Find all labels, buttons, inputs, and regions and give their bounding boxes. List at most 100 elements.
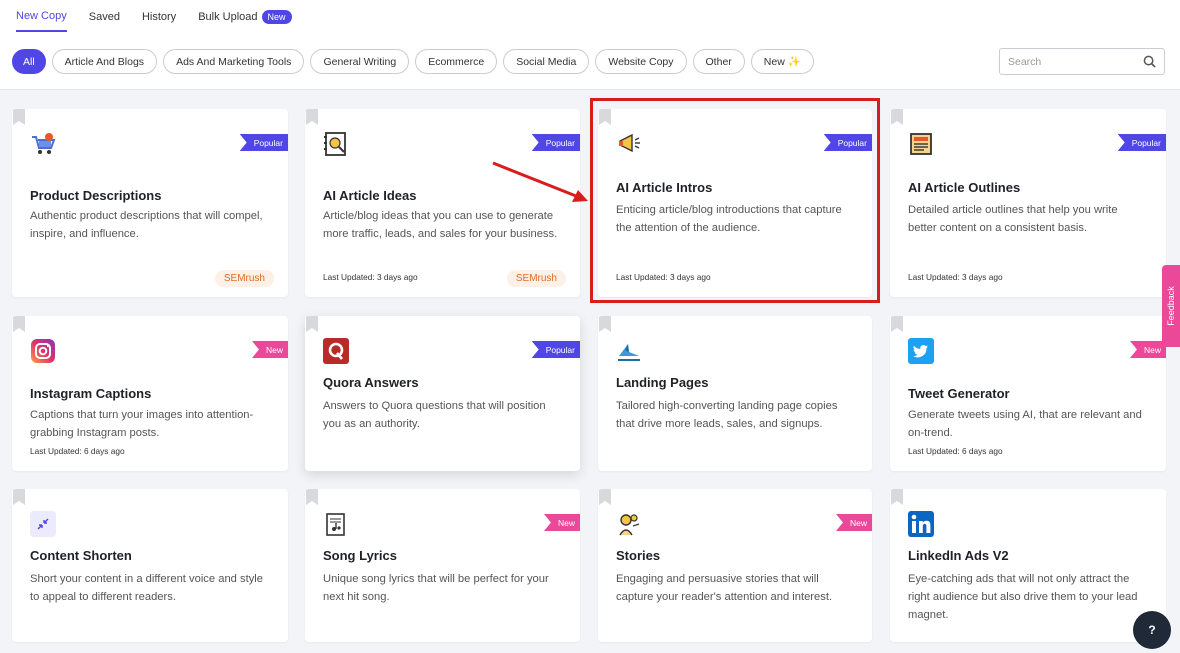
bookmark-icon[interactable] <box>13 109 25 125</box>
card-description: Tailored high-converting landing page co… <box>616 400 838 430</box>
filter-new[interactable]: New ✨ <box>750 49 814 74</box>
card-product-descriptions[interactable]: Popular Product Descriptions Authentic p… <box>12 109 288 297</box>
card-title: LinkedIn Ads V2 <box>908 548 1009 563</box>
tab-bulk-upload-label: Bulk Upload <box>198 11 258 23</box>
instagram-icon <box>30 338 56 364</box>
card-description: Generate tweets using AI, that are relev… <box>908 409 1142 439</box>
card-title: Tweet Generator <box>908 386 1010 401</box>
bookmark-icon[interactable] <box>599 316 611 332</box>
filter-ads-and-marketing-tools[interactable]: Ads And Marketing Tools <box>163 49 305 74</box>
card-content-shorten[interactable]: Content Shorten Short your content in a … <box>12 489 288 642</box>
card-title: AI Article Outlines <box>908 180 1021 195</box>
popular-ribbon: Popular <box>531 134 580 151</box>
search-icon[interactable] <box>1143 55 1156 68</box>
card-title: Instagram Captions <box>30 386 152 401</box>
newspaper-icon <box>908 131 934 157</box>
popular-ribbon: Popular <box>823 134 872 151</box>
card-linkedin-ads-v2[interactable]: LinkedIn Ads V2 Eye-catching ads that wi… <box>890 489 1166 642</box>
card-landing-pages[interactable]: Landing Pages Tailored high-converting l… <box>598 316 872 471</box>
semrush-badge: SEMrush <box>214 270 274 287</box>
popular-ribbon: Popular <box>239 134 288 151</box>
tab-history[interactable]: History <box>142 11 176 31</box>
idea-notebook-icon <box>323 131 349 157</box>
filter-article-and-blogs[interactable]: Article And Blogs <box>51 49 158 74</box>
card-title: Stories <box>616 548 661 563</box>
card-stories[interactable]: New Stories Engaging and persuasive stor… <box>598 489 872 642</box>
card-title: Song Lyrics <box>323 548 397 563</box>
last-updated: Last Updated: 6 days ago <box>908 446 1003 456</box>
tab-bulk-upload[interactable]: Bulk Upload New <box>198 10 292 32</box>
linkedin-icon <box>908 511 934 537</box>
megaphone-icon <box>616 131 642 157</box>
filter-other[interactable]: Other <box>692 49 745 74</box>
tab-bar: New Copy Saved History Bulk Upload New <box>16 10 292 32</box>
semrush-badge: SEMrush <box>506 270 566 287</box>
top-bar: New Copy Saved History Bulk Upload New Al… <box>0 0 1180 90</box>
card-description: Answers to Quora questions that will pos… <box>323 400 546 430</box>
card-description: Detailed article outlines that help you … <box>908 204 1118 234</box>
bookmark-icon[interactable] <box>891 489 903 505</box>
card-description: Short your content in a different voice … <box>30 573 264 603</box>
new-ribbon: New <box>1129 341 1166 358</box>
card-description: Article/blog ideas that you can use to g… <box>323 210 558 240</box>
card-ai-article-intros[interactable]: Popular AI Article Intros Enticing artic… <box>598 109 872 297</box>
card-description: Captions that turn your images into atte… <box>30 409 254 439</box>
filter-social-media[interactable]: Social Media <box>503 49 590 74</box>
bookmark-icon[interactable] <box>13 489 25 505</box>
tab-new-copy[interactable]: New Copy <box>16 10 67 32</box>
new-ribbon: New <box>835 514 872 531</box>
music-sheet-icon <box>323 511 349 537</box>
shrink-icon <box>30 511 56 537</box>
help-button[interactable]: ? <box>1133 611 1171 649</box>
bookmark-icon[interactable] <box>306 316 318 332</box>
card-title: Product Descriptions <box>30 188 162 203</box>
card-description: Authentic product descriptions that will… <box>30 210 263 240</box>
card-ai-article-ideas[interactable]: Popular AI Article Ideas Article/blog id… <box>305 109 580 297</box>
feedback-label: Feedback <box>1166 286 1176 326</box>
card-instagram-captions[interactable]: New Instagram Captions Captions that tur… <box>12 316 288 471</box>
popular-ribbon: Popular <box>531 341 580 358</box>
card-title: Content Shorten <box>30 548 132 563</box>
card-description: Enticing article/blog introductions that… <box>616 204 842 234</box>
card-song-lyrics[interactable]: New Song Lyrics Unique song lyrics that … <box>305 489 580 642</box>
card-description: Unique song lyrics that will be perfect … <box>323 573 549 603</box>
new-ribbon: New <box>543 514 580 531</box>
bookmark-icon[interactable] <box>599 489 611 505</box>
card-title: AI Article Intros <box>616 180 713 195</box>
filter-ecommerce[interactable]: Ecommerce <box>415 49 498 74</box>
last-updated: Last Updated: 6 days ago <box>30 446 125 456</box>
twitter-icon <box>908 338 934 364</box>
bookmark-icon[interactable] <box>891 109 903 125</box>
card-tweet-generator[interactable]: New Tweet Generator Generate tweets usin… <box>890 316 1166 471</box>
popular-ribbon: Popular <box>1117 134 1166 151</box>
landing-page-icon <box>616 338 642 364</box>
card-ai-article-outlines[interactable]: Popular AI Article Outlines Detailed art… <box>890 109 1166 297</box>
card-description: Engaging and persuasive stories that wil… <box>616 573 833 603</box>
search-input[interactable] <box>1008 55 1143 68</box>
storyteller-icon <box>616 511 642 537</box>
filter-all[interactable]: All <box>12 49 46 74</box>
bookmark-icon[interactable] <box>306 109 318 125</box>
card-title: Quora Answers <box>323 375 419 390</box>
tab-saved[interactable]: Saved <box>89 11 120 31</box>
bookmark-icon[interactable] <box>599 109 611 125</box>
card-quora-answers[interactable]: Popular Quora Answers Answers to Quora q… <box>305 316 580 471</box>
card-title: AI Article Ideas <box>323 188 417 203</box>
card-description: Eye-catching ads that will not only attr… <box>908 573 1138 621</box>
last-updated: Last Updated: 3 days ago <box>616 272 711 282</box>
new-badge: New <box>261 10 292 24</box>
new-ribbon: New <box>251 341 288 358</box>
bookmark-icon[interactable] <box>891 316 903 332</box>
quora-icon <box>323 338 349 364</box>
last-updated: Last Updated: 3 days ago <box>908 272 1003 282</box>
filter-website-copy[interactable]: Website Copy <box>595 49 687 74</box>
bookmark-icon[interactable] <box>13 316 25 332</box>
card-title: Landing Pages <box>616 375 709 390</box>
last-updated: Last Updated: 3 days ago <box>323 272 418 282</box>
filter-general-writing[interactable]: General Writing <box>310 49 410 74</box>
filter-chips: All Article And Blogs Ads And Marketing … <box>12 49 814 74</box>
bookmark-icon[interactable] <box>306 489 318 505</box>
shopping-cart-icon <box>30 131 56 157</box>
feedback-tab[interactable]: Feedback <box>1162 265 1180 347</box>
search-box <box>999 48 1165 75</box>
